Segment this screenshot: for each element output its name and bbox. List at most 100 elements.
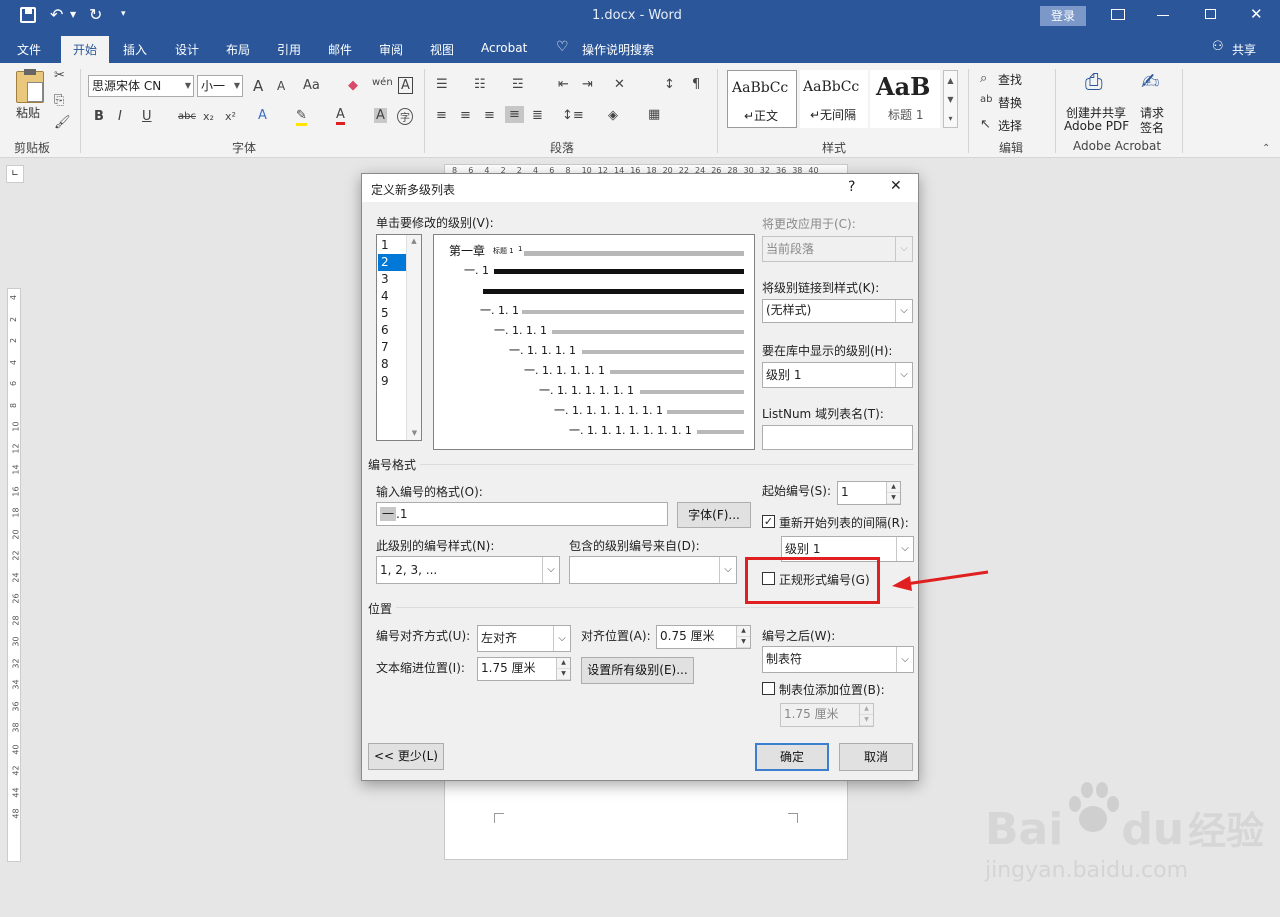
line-spacing-icon[interactable]: ↕≡: [562, 108, 584, 123]
styles-scroll[interactable]: ▲ ▼ ▾: [943, 70, 958, 128]
restart-checkbox[interactable]: ✓: [762, 515, 775, 528]
set-all-levels-button[interactable]: 设置所有级别(E)...: [581, 657, 694, 684]
superscript-icon[interactable]: x²: [225, 110, 236, 123]
close-icon[interactable]: ✕: [1250, 5, 1263, 23]
multilevel-list-icon[interactable]: ☲: [512, 77, 524, 92]
show-marks-icon[interactable]: ¶: [692, 77, 700, 92]
tab-design[interactable]: 设计: [175, 41, 199, 58]
gallery-level-select[interactable]: 级别 1 ⌵: [762, 362, 913, 388]
restore-icon[interactable]: [1205, 9, 1216, 19]
align-right-icon[interactable]: ≡: [484, 108, 495, 123]
login-button[interactable]: 登录: [1040, 6, 1086, 26]
chinese-layout-icon[interactable]: ✕: [614, 77, 625, 92]
save-icon[interactable]: [20, 7, 36, 23]
share-button[interactable]: 共享: [1232, 41, 1256, 58]
find-button[interactable]: 查找: [998, 71, 1022, 88]
level-item[interactable]: 3: [378, 271, 406, 288]
pdf-share-icon[interactable]: ⎙: [1085, 70, 1103, 95]
highlight-icon[interactable]: ✎: [296, 108, 307, 126]
tab-mailings[interactable]: 邮件: [328, 41, 352, 58]
level-list[interactable]: 1 2 3 4 5 6 7 8 9 ▲ ▼: [376, 234, 422, 441]
tab-review[interactable]: 审阅: [379, 41, 403, 58]
select-button[interactable]: 选择: [998, 117, 1022, 134]
enclose-char-icon[interactable]: 字: [397, 108, 413, 125]
spin-buttons[interactable]: ▲ ▼: [886, 482, 900, 504]
font-name-combo[interactable]: 思源宋体 CN ▼: [88, 75, 194, 97]
tab-layout[interactable]: 布局: [226, 41, 250, 58]
number-format-input[interactable]: 一 .1: [376, 502, 668, 526]
grow-font-icon[interactable]: A: [253, 77, 263, 95]
request-sign-icon[interactable]: ✍: [1141, 70, 1159, 95]
level-item[interactable]: 4: [378, 288, 406, 305]
tab-insert[interactable]: 插入: [123, 41, 147, 58]
spin-buttons[interactable]: ▲ ▼: [736, 626, 750, 648]
italic-icon[interactable]: I: [118, 109, 122, 124]
number-style-select[interactable]: 1, 2, 3, ... ⌵: [376, 556, 560, 584]
follow-number-select[interactable]: 制表符 ⌵: [762, 646, 914, 673]
char-border-icon[interactable]: A: [398, 77, 413, 94]
customize-qat-icon[interactable]: ▾: [121, 9, 126, 19]
indent-spinner[interactable]: 1.75 厘米 ▲ ▼: [477, 657, 571, 681]
paste-icon[interactable]: [16, 69, 44, 103]
tab-acrobat[interactable]: Acrobat: [481, 41, 527, 55]
clear-format-icon[interactable]: ◆: [348, 78, 358, 93]
align-center-icon[interactable]: ≡: [460, 108, 471, 123]
less-button[interactable]: << 更少(L): [368, 743, 444, 770]
ribbon-display-icon[interactable]: [1111, 9, 1125, 20]
bullets-icon[interactable]: ☰: [436, 77, 448, 92]
minimize-icon[interactable]: [1157, 15, 1169, 16]
include-level-select[interactable]: ⌵: [569, 556, 737, 584]
undo-icon[interactable]: ↶: [50, 5, 63, 24]
level-item[interactable]: 9: [378, 373, 406, 390]
shading-icon[interactable]: ◈: [608, 108, 618, 123]
change-case-icon[interactable]: Aa: [303, 78, 320, 93]
alignment-select[interactable]: 左对齐 ⌵: [477, 625, 571, 652]
style-heading1[interactable]: AaB 标题 1: [870, 70, 940, 128]
tab-references[interactable]: 引用: [277, 41, 301, 58]
level-item[interactable]: 1: [378, 237, 406, 254]
start-at-spinner[interactable]: 1 ▲ ▼: [837, 481, 901, 505]
borders-icon[interactable]: ▦: [648, 107, 660, 122]
paste-button[interactable]: 粘贴: [16, 104, 40, 121]
level-list-scrollbar[interactable]: ▲ ▼: [406, 235, 421, 440]
char-shading-icon[interactable]: A: [374, 108, 387, 123]
cut-icon[interactable]: ✂: [54, 68, 65, 83]
subscript-icon[interactable]: x₂: [203, 110, 214, 123]
increase-indent-icon[interactable]: ⇥: [582, 77, 593, 92]
dialog-close-icon[interactable]: ✕: [890, 178, 902, 194]
level-item[interactable]: 8: [378, 356, 406, 373]
link-style-select[interactable]: (无样式) ⌵: [762, 299, 913, 323]
tab-view[interactable]: 视图: [430, 41, 454, 58]
strikethrough-icon[interactable]: abc: [178, 111, 196, 122]
ok-button[interactable]: 确定: [755, 743, 829, 771]
font-button[interactable]: 字体(F)...: [677, 502, 751, 528]
decrease-indent-icon[interactable]: ⇤: [558, 77, 569, 92]
create-pdf-label2[interactable]: Adobe PDF: [1064, 119, 1129, 133]
text-effects-icon[interactable]: A: [258, 108, 267, 123]
level-item-selected[interactable]: 2: [378, 254, 406, 271]
redo-icon[interactable]: ↻: [89, 5, 102, 24]
help-icon[interactable]: ?: [848, 179, 855, 195]
font-color-icon[interactable]: A: [336, 107, 345, 125]
tell-me-search[interactable]: 操作说明搜索: [582, 41, 654, 58]
sort-icon[interactable]: ↕: [664, 77, 675, 92]
collapse-ribbon-icon[interactable]: ⌃: [1262, 143, 1270, 154]
numbering-icon[interactable]: ☷: [474, 77, 486, 92]
spin-buttons[interactable]: ▲ ▼: [556, 658, 570, 680]
tab-selector[interactable]: ∟: [6, 165, 24, 183]
tab-home[interactable]: 开始: [61, 36, 110, 63]
align-at-spinner[interactable]: 0.75 厘米 ▲ ▼: [656, 625, 751, 649]
request-sign-label2[interactable]: 签名: [1140, 119, 1164, 136]
justify-icon[interactable]: ≡: [505, 106, 524, 123]
font-size-combo[interactable]: 小一 ▼: [197, 75, 243, 97]
listnum-input[interactable]: [762, 425, 913, 450]
copy-icon[interactable]: ⎘: [54, 93, 64, 108]
style-normal[interactable]: AaBbCc ↵正文: [727, 70, 797, 128]
cancel-button[interactable]: 取消: [839, 743, 913, 771]
underline-icon[interactable]: U: [142, 109, 152, 124]
distributed-icon[interactable]: ≣: [532, 108, 543, 123]
shrink-font-icon[interactable]: A: [277, 79, 285, 93]
undo-dropdown-icon[interactable]: ▼: [70, 10, 76, 19]
style-no-spacing[interactable]: AaBbCc ↵无间隔: [800, 70, 868, 128]
bold-icon[interactable]: B: [94, 109, 104, 124]
